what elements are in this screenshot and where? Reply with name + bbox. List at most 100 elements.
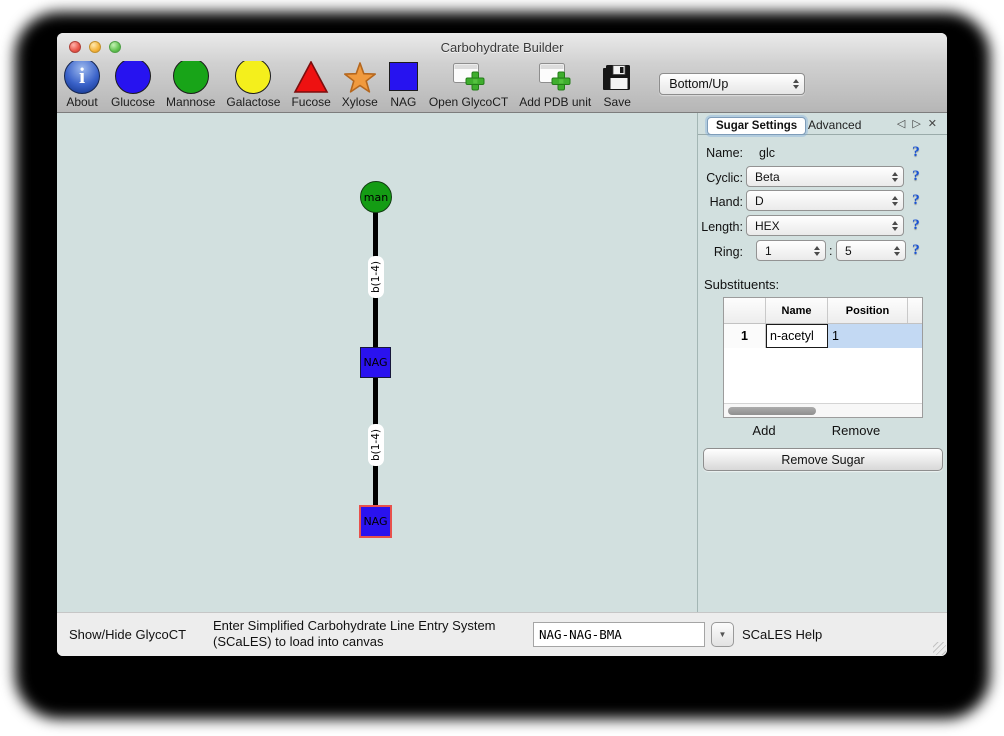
toolbar-add-pdb-button[interactable]: Add PDB unit <box>519 57 591 109</box>
cyclic-dropdown-value: Beta <box>755 170 780 184</box>
substituent-position-cell[interactable]: 1 <box>828 324 908 348</box>
stepper-arrows-icon <box>814 246 820 256</box>
toolbar-save-button[interactable]: Save <box>602 57 632 109</box>
sugar-settings-panel: Sugar Settings Advanced ◁ ▷ ✕ Name: glc … <box>697 113 947 612</box>
help-icon[interactable]: ? <box>908 192 924 209</box>
tab-next-icon[interactable]: ▷ <box>912 117 920 130</box>
toolbar-galactose-button[interactable]: Galactose <box>226 57 280 109</box>
tab-prev-icon[interactable]: ◁ <box>897 117 905 130</box>
toolbar-about-button[interactable]: i About <box>64 57 100 109</box>
help-icon[interactable]: ? <box>908 242 924 259</box>
galactose-circle-icon <box>235 58 271 94</box>
tab-sugar-settings[interactable]: Sugar Settings <box>707 117 806 135</box>
row-filler-cell <box>908 324 922 348</box>
resize-grip[interactable] <box>933 642 946 655</box>
zoom-button[interactable] <box>109 41 121 53</box>
window-title: Carbohydrate Builder <box>441 40 564 55</box>
toolbar-item-label: About <box>66 95 97 109</box>
glucose-circle-icon <box>115 58 151 94</box>
toolbar-open-glycoct-button[interactable]: Open GlycoCT <box>429 57 508 109</box>
length-label: Length: <box>698 220 743 234</box>
substituents-table[interactable]: Name Position 1 n-acetyl 1 <box>723 297 923 418</box>
ring-start-stepper[interactable]: 1 <box>756 240 826 261</box>
table-row[interactable]: 1 n-acetyl 1 <box>724 324 922 348</box>
stepper-arrows-icon <box>793 79 799 89</box>
scales-help-link[interactable]: SCaLES Help <box>742 627 822 642</box>
hand-dropdown[interactable]: D <box>746 190 904 211</box>
hand-dropdown-value: D <box>755 194 764 208</box>
info-icon: i <box>64 58 100 94</box>
stepper-arrows-icon <box>892 172 898 182</box>
help-icon[interactable]: ? <box>908 217 924 234</box>
scales-input[interactable] <box>533 622 705 647</box>
toolbar-item-label: NAG <box>390 95 416 109</box>
toolbar-nag-button[interactable]: NAG <box>389 57 418 109</box>
glycan-node-nag-selected[interactable]: NAG <box>359 505 392 538</box>
help-icon[interactable]: ? <box>908 168 924 185</box>
stepper-arrows-icon <box>892 221 898 231</box>
glycan-canvas[interactable]: b(1-4) b(1-4) man NAG NAG <box>57 113 697 612</box>
toolbar: i About Glucose Mannose Galactose Fucose… <box>57 61 947 113</box>
cyclic-dropdown[interactable]: Beta <box>746 166 904 187</box>
add-substituent-button[interactable]: Add <box>734 423 794 438</box>
name-column-header[interactable]: Name <box>766 298 828 323</box>
help-icon[interactable]: ? <box>908 144 924 161</box>
show-hide-glycoct-button[interactable]: Show/Hide GlycoCT <box>69 627 186 642</box>
length-dropdown[interactable]: HEX <box>746 215 904 236</box>
length-dropdown-value: HEX <box>755 219 780 233</box>
table-header-row: Name Position <box>724 298 922 324</box>
substituents-label: Substituents: <box>704 277 779 292</box>
glycan-link-label: b(1-4) <box>368 256 384 298</box>
index-column-header <box>724 298 766 323</box>
toolbar-item-label: Fucose <box>291 95 330 109</box>
fucose-triangle-icon <box>292 57 330 94</box>
ring-end-stepper[interactable]: 5 <box>836 240 906 261</box>
ring-end-value: 5 <box>845 244 852 258</box>
tab-close-icon[interactable]: ✕ <box>928 117 937 130</box>
scales-prompt-label: Enter Simplified Carbohydrate Line Entry… <box>213 618 539 650</box>
scrollbar-thumb[interactable] <box>728 407 816 415</box>
hand-label: Hand: <box>698 195 743 209</box>
glycan-node-nag[interactable]: NAG <box>360 347 391 378</box>
glycan-node-man[interactable]: man <box>360 181 392 213</box>
minimize-button[interactable] <box>89 41 101 53</box>
bottom-bar: Show/Hide GlycoCT Enter Simplified Carbo… <box>57 612 947 656</box>
toolbar-item-label: Xylose <box>342 95 378 109</box>
ring-separator: : <box>829 244 832 258</box>
title-bar: Carbohydrate Builder <box>57 33 947 61</box>
toolbar-mannose-button[interactable]: Mannose <box>166 57 215 109</box>
stepper-arrows-icon <box>894 246 900 256</box>
toolbar-xylose-button[interactable]: Xylose <box>342 57 378 109</box>
toolbar-item-label: Galactose <box>226 95 280 109</box>
toolbar-item-label: Save <box>604 95 631 109</box>
extra-column-header <box>908 298 922 323</box>
close-button[interactable] <box>69 41 81 53</box>
xylose-star-icon <box>343 57 377 94</box>
mannose-circle-icon <box>173 58 209 94</box>
table-horizontal-scrollbar[interactable] <box>724 403 922 417</box>
name-label: Name: <box>698 146 743 160</box>
ring-label: Ring: <box>698 245 743 259</box>
position-column-header[interactable]: Position <box>828 298 908 323</box>
nag-square-icon <box>389 62 418 91</box>
content-area: b(1-4) b(1-4) man NAG NAG Sugar Settings… <box>57 113 947 612</box>
toolbar-item-label: Add PDB unit <box>519 95 591 109</box>
stepper-arrows-icon <box>892 196 898 206</box>
toolbar-fucose-button[interactable]: Fucose <box>291 57 330 109</box>
window-plus-icon <box>538 57 572 94</box>
tab-controls: ◁ ▷ ✕ <box>897 117 937 130</box>
tab-advanced[interactable]: Advanced <box>808 118 861 132</box>
cyclic-label: Cyclic: <box>698 171 743 185</box>
dropdown-arrow-icon: ▼ <box>719 630 727 639</box>
ring-start-value: 1 <box>765 244 772 258</box>
remove-sugar-button[interactable]: Remove Sugar <box>703 448 943 471</box>
scales-history-dropdown[interactable]: ▼ <box>711 622 734 647</box>
glycan-link-label: b(1-4) <box>368 424 384 466</box>
direction-dropdown[interactable]: Bottom/Up <box>659 73 805 95</box>
substituent-name-cell[interactable]: n-acetyl <box>766 324 828 348</box>
toolbar-item-label: Glucose <box>111 95 155 109</box>
remove-substituent-button[interactable]: Remove <box>816 423 896 438</box>
toolbar-item-label: Open GlycoCT <box>429 95 508 109</box>
name-value: glc <box>759 146 775 160</box>
toolbar-glucose-button[interactable]: Glucose <box>111 57 155 109</box>
